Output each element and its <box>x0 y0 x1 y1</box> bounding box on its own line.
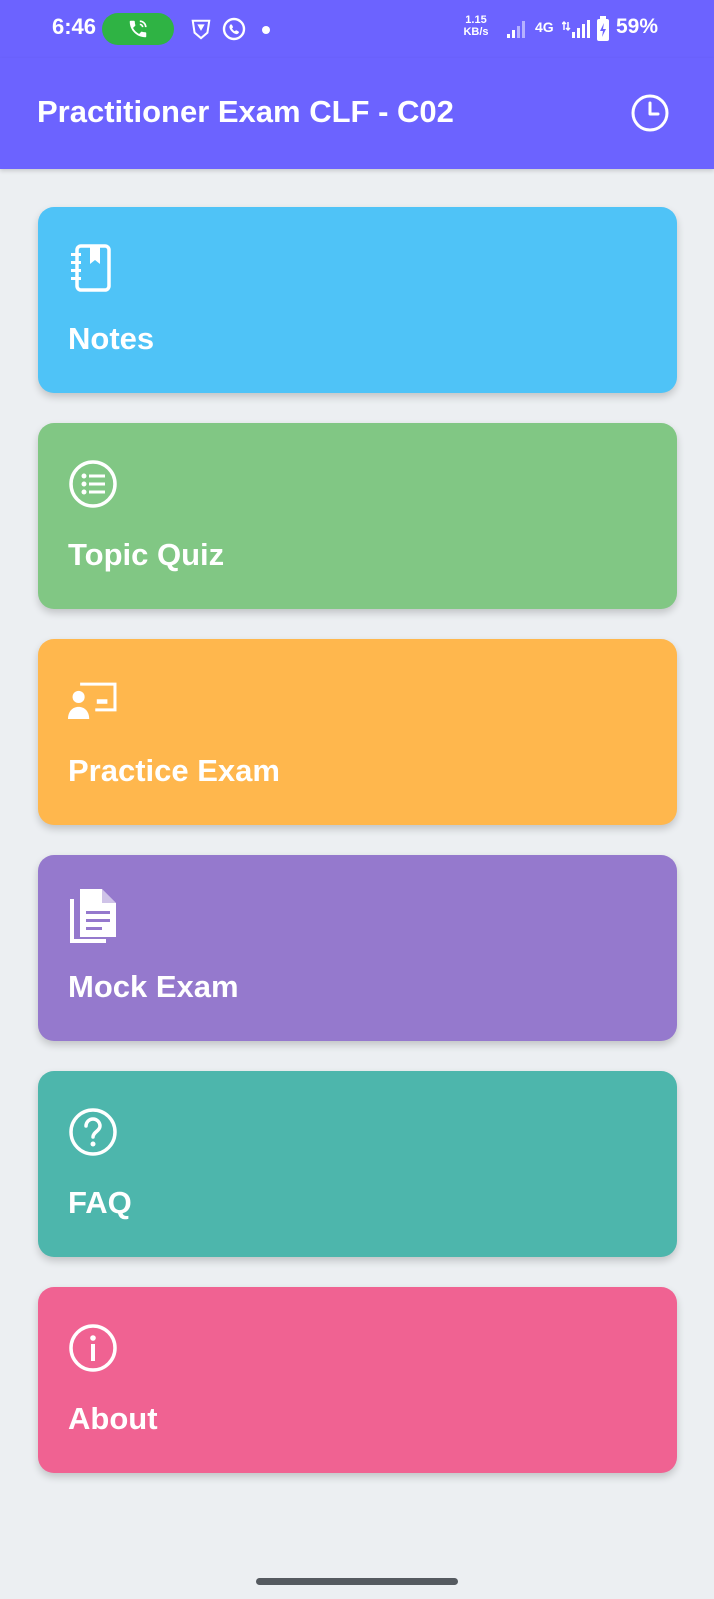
about-card[interactable]: About <box>38 1287 677 1473</box>
network-speed-unit: KB/s <box>463 26 489 38</box>
mock-exam-label: Mock Exam <box>68 969 239 1004</box>
practice-exam-label: Practice Exam <box>68 753 280 788</box>
topic-quiz-label: Topic Quiz <box>68 537 225 572</box>
info-circle-icon <box>68 1323 118 1373</box>
viber-icon <box>222 17 246 41</box>
mock-exam-card[interactable]: Mock Exam <box>38 855 677 1041</box>
app-bar: Practitioner Exam CLF - C02 <box>0 58 714 169</box>
home-indicator[interactable] <box>256 1578 458 1585</box>
shield-icon <box>191 19 211 40</box>
notebook-icon <box>68 243 118 293</box>
notes-label: Notes <box>68 321 155 356</box>
document-icon <box>68 889 118 943</box>
practice-exam-card[interactable]: Practice Exam <box>38 639 677 825</box>
network-type-label: 4G <box>535 19 554 35</box>
about-label: About <box>68 1401 158 1436</box>
faq-card[interactable]: FAQ <box>38 1071 677 1257</box>
topic-quiz-card[interactable]: Topic Quiz <box>38 423 677 609</box>
battery-charging-icon <box>597 16 609 41</box>
status-time: 6:46 <box>52 14 97 39</box>
faq-label: FAQ <box>68 1185 132 1220</box>
page-title: Practitioner Exam CLF - C02 <box>37 94 454 129</box>
notes-card[interactable]: Notes <box>38 207 677 393</box>
network-speed: 1.15 KB/s <box>460 14 492 38</box>
presentation-icon <box>68 675 118 725</box>
list-icon <box>68 459 118 509</box>
battery-level: 59% <box>616 15 659 38</box>
phone-icon <box>129 20 147 38</box>
network-speed-value: 1.15 <box>465 14 487 26</box>
history-button[interactable] <box>628 91 672 135</box>
signal-icon <box>562 20 590 38</box>
help-circle-icon <box>68 1107 118 1157</box>
notification-dot-icon <box>262 26 270 34</box>
clock-icon <box>631 94 669 132</box>
status-bar: 6:46 1.15 KB/s 4G 59% <box>0 0 714 58</box>
ongoing-call-indicator[interactable] <box>102 13 174 45</box>
signal-icon <box>507 21 525 38</box>
